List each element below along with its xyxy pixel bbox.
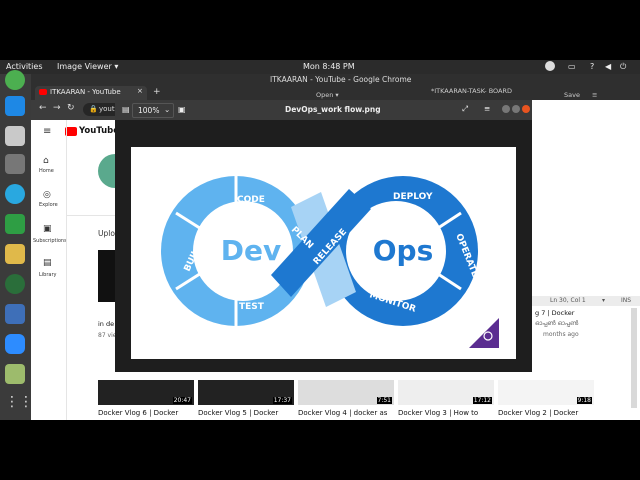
vscode-icon[interactable] bbox=[5, 96, 25, 116]
lock-icon: 🔒 bbox=[89, 105, 98, 113]
file-manager-icon[interactable] bbox=[5, 126, 25, 146]
stage-deploy: DEPLOY bbox=[393, 192, 433, 202]
editor-header: Open ▾ *ITKAARAN-TASK- BOARD Save ≡ bbox=[316, 86, 640, 100]
clock[interactable]: Mon 8:48 PM bbox=[303, 62, 355, 71]
zoom-value: 100% bbox=[138, 106, 160, 115]
scrollbar[interactable] bbox=[631, 308, 637, 408]
editor-title: *ITKAARAN-TASK- BOARD bbox=[431, 87, 513, 95]
chrome-icon[interactable] bbox=[5, 70, 25, 90]
image-viewer-icon[interactable] bbox=[5, 364, 25, 384]
video-thumbnail-left[interactable] bbox=[98, 250, 115, 302]
nav-library[interactable]: Library bbox=[39, 272, 56, 278]
library-icon[interactable]: ▤ bbox=[43, 258, 52, 268]
video-title[interactable]: Docker Vlog 3 | How to bbox=[398, 409, 478, 417]
network-icon[interactable]: ▭ bbox=[568, 62, 576, 71]
video-duration: 17:37 bbox=[272, 397, 292, 404]
video-title[interactable]: Docker Vlog 6 | Docker bbox=[98, 409, 178, 417]
nav-subscriptions[interactable]: Subscriptions bbox=[33, 238, 67, 244]
video-age-right: months ago bbox=[543, 331, 579, 338]
show-apps-icon[interactable]: ⋮⋮ bbox=[5, 394, 33, 414]
uploads-heading[interactable]: Uplo bbox=[98, 229, 115, 238]
letterbox-bottom bbox=[0, 420, 640, 480]
tab-label: ITKAARAN - YouTube bbox=[50, 88, 121, 96]
dropdown-arrow-icon[interactable]: ▾ bbox=[602, 297, 605, 304]
sound-icon[interactable]: ◀ bbox=[605, 62, 611, 71]
close-button[interactable] bbox=[522, 105, 530, 113]
chevron-down-icon: ⌄ bbox=[164, 105, 171, 114]
dock: ⋮⋮ bbox=[0, 70, 33, 420]
dev-word: Dev bbox=[221, 234, 281, 267]
window-title: ITKAARAN - YouTube - Google Chrome bbox=[270, 75, 412, 84]
spreadsheet-icon[interactable] bbox=[5, 214, 25, 234]
explore-icon[interactable]: ◎ bbox=[43, 190, 51, 200]
video-thumbnail[interactable]: 9:18 bbox=[498, 380, 594, 405]
fullscreen-icon[interactable]: ⤢ bbox=[462, 104, 468, 114]
video-title[interactable]: Docker Vlog 5 | Docker bbox=[198, 409, 278, 417]
video-duration: 9:18 bbox=[576, 397, 592, 404]
video-title[interactable]: Docker Vlog 2 | Docker bbox=[498, 409, 578, 417]
nav-explore[interactable]: Explore bbox=[39, 202, 58, 208]
video-title-left[interactable]: in de bbox=[98, 320, 114, 328]
video-title-right[interactable]: g 7 | Docker bbox=[535, 309, 574, 317]
zoom-selector[interactable]: 100% ⌄ bbox=[132, 103, 174, 118]
menu-icon[interactable]: ≡ bbox=[43, 126, 51, 137]
viewer-menu-icon[interactable]: ≡ bbox=[484, 104, 490, 113]
editor-save-button[interactable]: Save bbox=[564, 91, 580, 99]
minimize-button[interactable] bbox=[502, 105, 510, 113]
notes-icon[interactable] bbox=[5, 244, 25, 264]
remote-icon[interactable] bbox=[5, 304, 25, 324]
new-tab-button[interactable]: + bbox=[153, 87, 161, 97]
image-filename: DevOps_work flow.png bbox=[285, 105, 381, 114]
editor-status-bar: Ln 30, Col 1 ▾ INS bbox=[532, 296, 640, 306]
video-title[interactable]: Docker Vlog 4 | docker as bbox=[298, 409, 387, 417]
editor-text-area[interactable] bbox=[532, 100, 640, 296]
power-icon[interactable]: ⏻ bbox=[620, 62, 626, 72]
close-tab-icon[interactable]: × bbox=[137, 87, 143, 95]
zoom-in-icon[interactable] bbox=[469, 318, 499, 348]
app-menu[interactable]: Image Viewer ▾ bbox=[57, 62, 118, 71]
youtube-logo-text[interactable]: YouTube bbox=[79, 126, 119, 136]
nav-home[interactable]: Home bbox=[39, 168, 54, 174]
gallery-icon[interactable]: ▤ bbox=[122, 105, 130, 114]
zoom-icon[interactable] bbox=[5, 334, 25, 354]
forward-icon[interactable]: → bbox=[53, 103, 61, 113]
subscriptions-icon[interactable]: ▣ bbox=[43, 224, 52, 234]
youtube-favicon-icon bbox=[39, 89, 47, 95]
cursor-position[interactable]: Ln 30, Col 1 bbox=[550, 297, 586, 304]
video-thumbnail[interactable]: 17:12 bbox=[398, 380, 494, 405]
skype-tray-icon[interactable] bbox=[545, 61, 555, 71]
video-thumbnail[interactable]: 17:37 bbox=[198, 380, 294, 405]
gnome-top-bar: Activities Image Viewer ▾ Mon 8:48 PM ▭ … bbox=[0, 60, 640, 74]
browser-tab[interactable]: ITKAARAN - YouTube × bbox=[35, 86, 147, 100]
insert-mode[interactable]: INS bbox=[621, 297, 631, 304]
reload-icon[interactable]: ↻ bbox=[67, 103, 75, 113]
video-duration: 17:12 bbox=[472, 397, 492, 404]
home-icon[interactable]: ⌂ bbox=[43, 156, 49, 166]
chrome-title-bar: ITKAARAN - YouTube - Google Chrome bbox=[31, 74, 640, 86]
editor-open-button[interactable]: Open ▾ bbox=[316, 91, 339, 99]
video-views-left: 87 vie bbox=[98, 332, 117, 339]
channel-name-right: ഓപ്പൺ ഓപ്പൺ bbox=[535, 320, 579, 327]
stage-code: CODE bbox=[237, 195, 265, 205]
video-duration: 20:47 bbox=[172, 397, 192, 404]
slideshow-icon[interactable]: ▣ bbox=[178, 105, 186, 114]
camera-icon[interactable] bbox=[5, 154, 25, 174]
skype-icon[interactable] bbox=[5, 184, 25, 204]
url-text: yout bbox=[99, 105, 115, 113]
wifi-icon[interactable]: ? bbox=[590, 62, 594, 71]
sidebar-divider bbox=[66, 120, 67, 420]
ops-word: Ops bbox=[373, 234, 434, 267]
image-viewer-header: ▤ 100% ⌄ ▣ DevOps_work flow.png ⤢ ≡ bbox=[115, 100, 532, 120]
stage-test: TEST bbox=[239, 302, 265, 312]
video-thumbnail[interactable]: 7:51 bbox=[298, 380, 394, 405]
video-duration: 7:51 bbox=[376, 397, 392, 404]
editor-menu-icon[interactable]: ≡ bbox=[592, 91, 597, 99]
browser-icon[interactable] bbox=[5, 274, 25, 294]
devops-infinity-diagram: Dev Ops CODE PLAN BUILD TEST RELEASE DEP… bbox=[161, 176, 499, 348]
maximize-button[interactable] bbox=[512, 105, 520, 113]
back-icon[interactable]: ← bbox=[39, 103, 47, 113]
video-thumbnail[interactable]: 20:47 bbox=[98, 380, 194, 405]
devops-image: Dev Ops CODE PLAN BUILD TEST RELEASE DEP… bbox=[131, 147, 516, 359]
